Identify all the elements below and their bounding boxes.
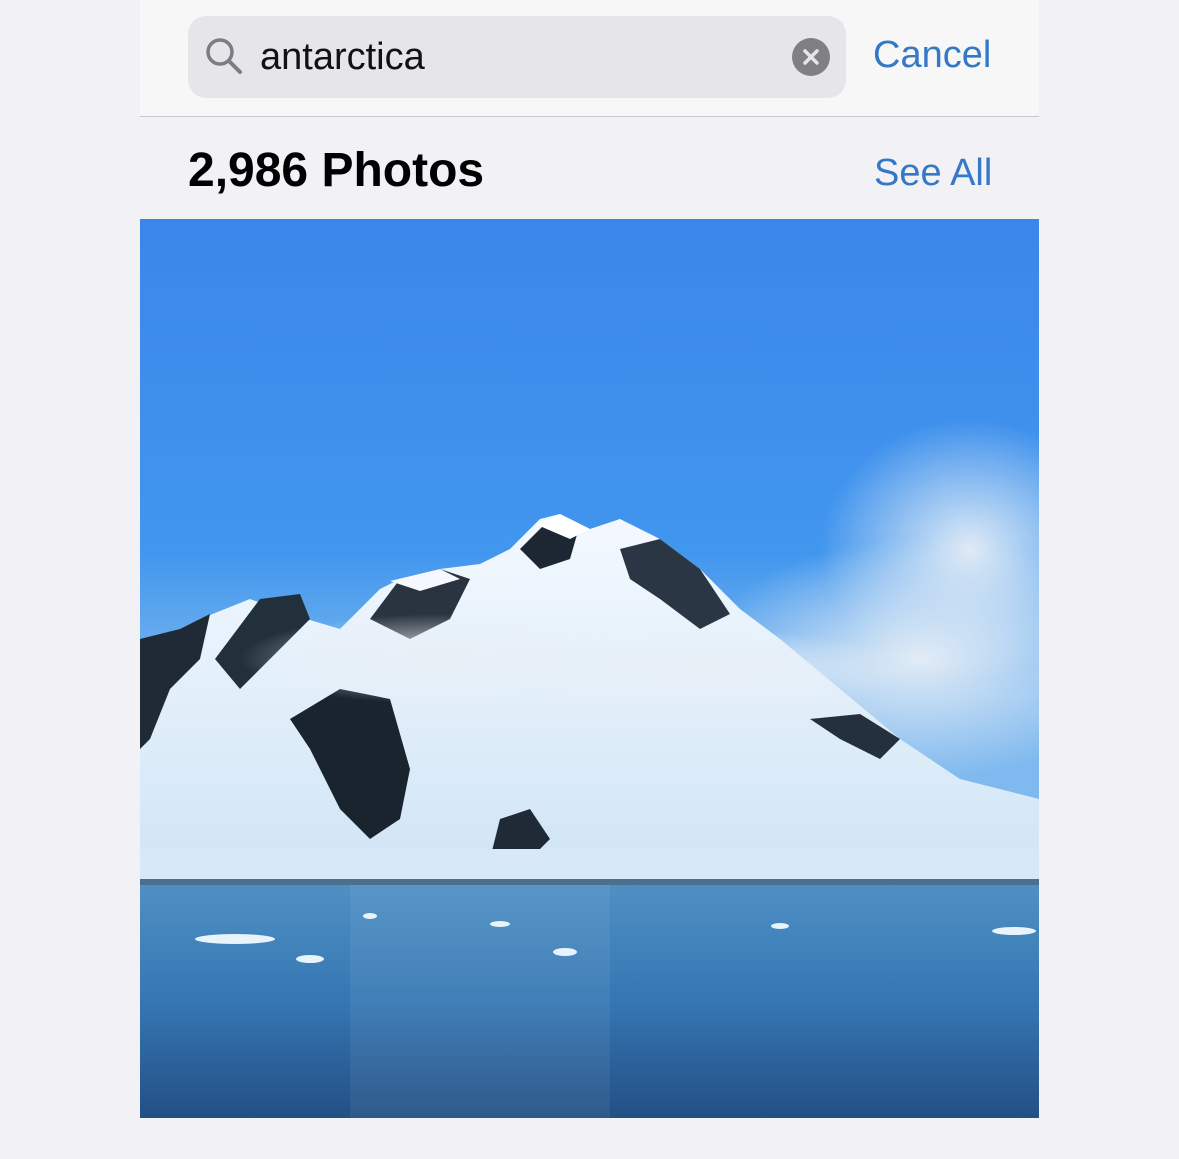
photo-thumbnail[interactable] bbox=[140, 219, 1039, 1118]
search-icon bbox=[204, 36, 244, 76]
see-all-link[interactable]: See All bbox=[874, 151, 992, 195]
photos-count-title: 2,986 Photos bbox=[188, 144, 485, 197]
search-input[interactable]: antarctica bbox=[260, 34, 425, 80]
photos-section-header: 2,986 Photos See All bbox=[140, 117, 1039, 219]
search-bar: antarctica Cancel bbox=[140, 0, 1039, 117]
search-field[interactable]: antarctica bbox=[188, 16, 846, 98]
clear-search-button[interactable] bbox=[792, 38, 830, 76]
antarctica-photo-image bbox=[140, 219, 1039, 1118]
photos-search-screen: antarctica Cancel 2,986 Photos See All bbox=[140, 0, 1039, 1159]
clear-icon bbox=[803, 49, 819, 65]
cancel-button[interactable]: Cancel bbox=[873, 32, 991, 78]
